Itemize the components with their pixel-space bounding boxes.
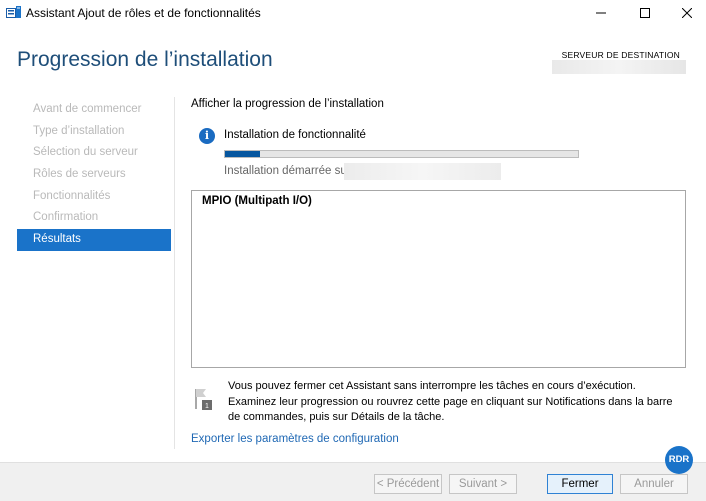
nav-step-server-selection[interactable]: Sélection du serveur xyxy=(17,142,171,164)
next-button[interactable]: Suivant > xyxy=(449,474,517,494)
section-title: Afficher la progression de l’installatio… xyxy=(191,98,384,110)
maximize-icon xyxy=(640,8,650,18)
progress-fill xyxy=(225,151,261,157)
previous-button[interactable]: < Précédent xyxy=(374,474,442,494)
svg-text:1: 1 xyxy=(205,403,209,410)
notice-text: Vous pouvez fermer cet Assistant sans in… xyxy=(228,380,673,423)
nav-divider xyxy=(174,97,175,449)
destination-server-label: SERVEUR DE DESTINATION xyxy=(561,50,680,60)
server-manager-icon xyxy=(6,5,22,19)
close-window-button[interactable] xyxy=(666,0,706,26)
installation-status: Installation de fonctionnalité xyxy=(224,129,366,141)
close-button[interactable]: Fermer xyxy=(547,474,613,494)
installation-progress-bar xyxy=(224,150,579,158)
nav-step-before-you-begin[interactable]: Avant de commencer xyxy=(17,99,171,121)
nav-step-confirmation[interactable]: Confirmation xyxy=(17,207,171,229)
minimize-icon xyxy=(596,12,606,14)
rdr-watermark-logo: RDR xyxy=(665,446,693,474)
window-title: Assistant Ajout de rôles et de fonctionn… xyxy=(26,6,261,20)
nav-step-installation-type[interactable]: Type d’installation xyxy=(17,121,171,143)
result-item: MPIO (Multipath I/O) xyxy=(202,195,312,207)
title-bar: Assistant Ajout de rôles et de fonctionn… xyxy=(0,0,706,26)
close-icon xyxy=(682,8,692,18)
wizard-steps-nav: Avant de commencer Type d’installation S… xyxy=(17,99,171,251)
nav-step-features[interactable]: Fonctionnalités xyxy=(17,186,171,208)
notification-flag-icon: 1 xyxy=(194,387,214,411)
cancel-button[interactable]: Annuler xyxy=(620,474,688,494)
destination-server-value-redacted xyxy=(552,60,686,74)
wizard-footer: < Précédent Suivant > Fermer Annuler xyxy=(0,462,706,501)
results-list[interactable]: MPIO (Multipath I/O) xyxy=(191,190,686,368)
page-title: Progression de l’installation xyxy=(17,48,273,71)
info-icon: i xyxy=(199,128,215,144)
nav-step-results[interactable]: Résultats xyxy=(17,229,171,251)
export-configuration-link[interactable]: Exporter les paramètres de configuration xyxy=(191,433,399,445)
minimize-button[interactable] xyxy=(580,0,622,26)
installation-started-value-redacted xyxy=(344,163,501,180)
nav-step-server-roles[interactable]: Rôles de serveurs xyxy=(17,164,171,186)
maximize-button[interactable] xyxy=(624,0,666,26)
installation-started-label: Installation démarrée sur xyxy=(224,165,351,177)
